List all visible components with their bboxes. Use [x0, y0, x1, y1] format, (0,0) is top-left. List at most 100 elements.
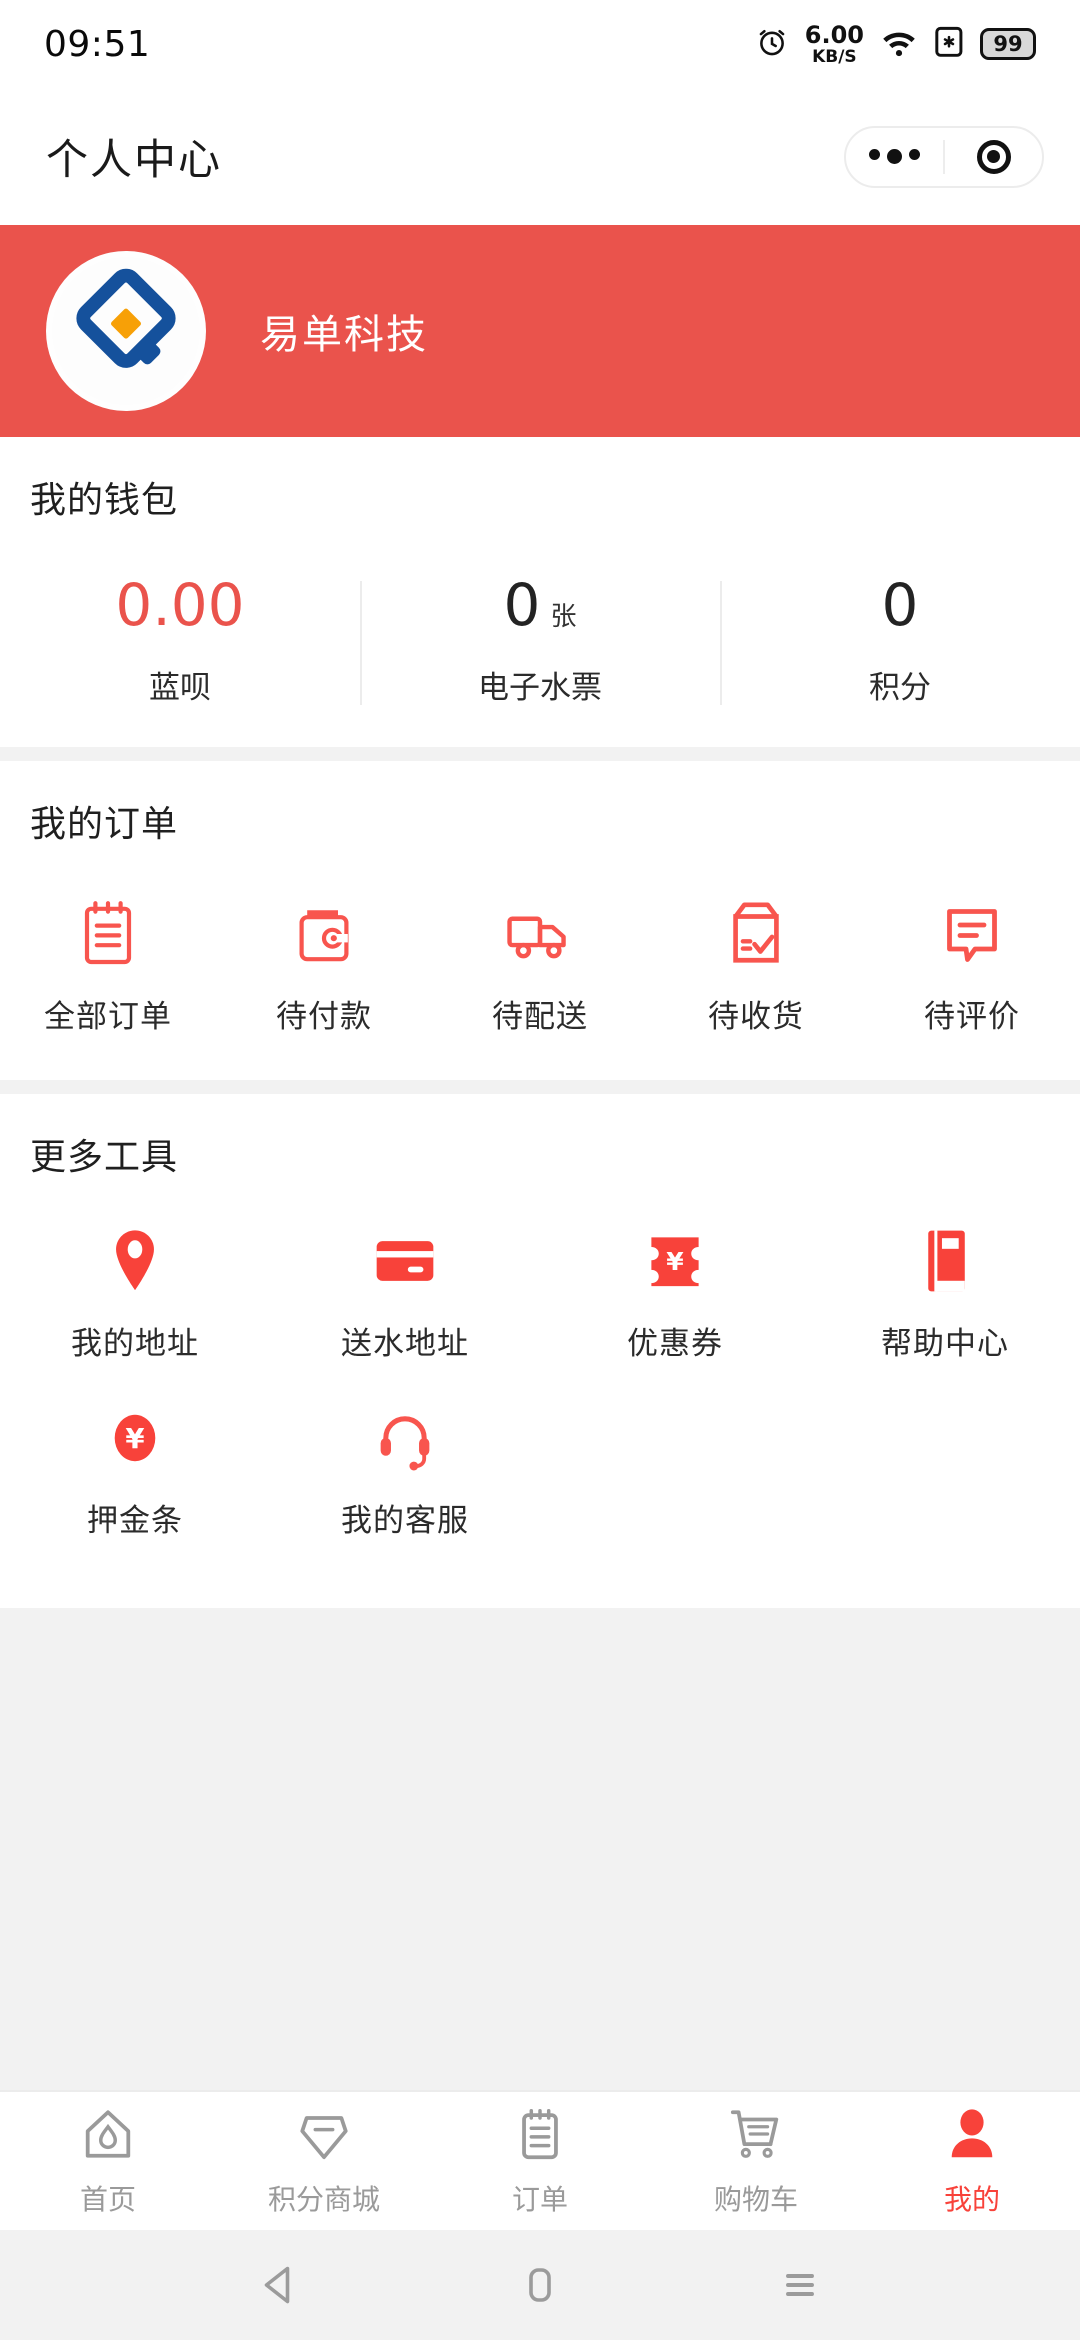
- tool-item-label: 我的地址: [71, 1325, 199, 1361]
- order-item-delivery[interactable]: 待配送: [432, 893, 648, 1036]
- order-item-unpaid[interactable]: 待付款: [216, 893, 432, 1036]
- tab-label: 我的: [943, 2183, 1000, 2215]
- section-gap: [0, 1079, 1080, 1094]
- capsule-close-button[interactable]: [945, 139, 1042, 174]
- wallet-icon: [291, 893, 357, 969]
- svg-text:¥: ¥: [125, 1423, 144, 1455]
- user-profile-icon: [942, 2105, 1002, 2168]
- network-speed: 6.00 KB/S: [805, 23, 864, 66]
- points-mall-icon: [294, 2105, 354, 2168]
- wallet-value-text: 0: [503, 571, 541, 639]
- tool-item-delivery-address[interactable]: 送水地址: [270, 1220, 540, 1363]
- shopping-cart-icon: [725, 2105, 787, 2168]
- company-logo-icon: [63, 266, 189, 397]
- order-item-all[interactable]: 全部订单: [0, 893, 216, 1036]
- wallet-stats: 0.00 蓝呗 0 张 电子水票 0 积分: [0, 575, 1080, 707]
- yen-circle-icon: ¥: [106, 1397, 164, 1473]
- nav-bar: 个人中心: [0, 88, 1080, 225]
- wallet-label: 积分: [869, 669, 931, 705]
- home-rect-icon[interactable]: [516, 2261, 564, 2309]
- tab-home[interactable]: 首页: [0, 2092, 216, 2230]
- coupon-yen-icon: ¥: [644, 1220, 706, 1296]
- tool-item-deposit[interactable]: ¥ 押金条: [0, 1397, 270, 1540]
- order-list-icon: [510, 2105, 570, 2168]
- order-item-label: 待评价: [924, 998, 1020, 1034]
- orders-title: 我的订单: [30, 802, 179, 844]
- recents-menu-icon[interactable]: [776, 2261, 824, 2309]
- clipboard-list-icon: [75, 893, 141, 969]
- avatar[interactable]: [46, 251, 206, 411]
- tab-profile[interactable]: 我的: [864, 2092, 1080, 2230]
- map-pin-icon: [107, 1220, 163, 1296]
- book-icon: [919, 1220, 971, 1296]
- tool-item-my-address[interactable]: 我的地址: [0, 1220, 270, 1363]
- page-filler: [0, 1607, 1080, 2090]
- tool-item-label: 押金条: [87, 1502, 183, 1538]
- battery-level: 99: [993, 32, 1023, 56]
- wallet-card: 我的钱包 0.00 蓝呗 0 张 电子水票 0 积分: [0, 437, 1080, 747]
- order-item-label: 待收货: [708, 998, 804, 1034]
- tab-cart[interactable]: 购物车: [648, 2092, 864, 2230]
- package-check-icon: [723, 893, 789, 969]
- status-bar: 09:51 6.00 KB/S 99: [0, 0, 1080, 88]
- android-nav-bar: [0, 2230, 1080, 2340]
- wallet-value: 0.00: [115, 575, 244, 636]
- capsule-menu-button[interactable]: [846, 149, 943, 164]
- alarm-icon: [755, 25, 789, 64]
- tab-points-mall[interactable]: 积分商城: [216, 2092, 432, 2230]
- order-item-receipt[interactable]: 待收货: [648, 893, 864, 1036]
- tool-item-coupon[interactable]: ¥ 优惠券: [540, 1220, 810, 1363]
- network-speed-value: 6.00: [804, 20, 864, 49]
- delivery-truck-icon: [504, 893, 576, 969]
- wallet-label: 蓝呗: [149, 669, 211, 705]
- wallet-item-points[interactable]: 0 积分: [720, 575, 1080, 707]
- comment-bubble-icon: [939, 893, 1005, 969]
- wallet-title: 我的钱包: [30, 479, 179, 520]
- tool-item-help-center[interactable]: 帮助中心: [810, 1220, 1080, 1363]
- orders-card: 我的订单 全部订单 待付款 待配送 待收货 待评价: [0, 760, 1080, 1080]
- bottom-tab-bar: 首页 积分商城 订单 购物车 我的: [0, 2090, 1080, 2230]
- tool-item-customer-service[interactable]: 我的客服: [270, 1397, 540, 1540]
- tab-orders[interactable]: 订单: [432, 2092, 648, 2230]
- more-dots-icon: [869, 149, 920, 164]
- section-gap: [0, 746, 1080, 761]
- order-item-review[interactable]: 待评价: [864, 893, 1080, 1036]
- wallet-item-lanbei[interactable]: 0.00 蓝呗: [0, 575, 360, 707]
- target-circle-icon: [976, 139, 1011, 174]
- battery-icon: 99: [980, 28, 1036, 60]
- wallet-label: 电子水票: [478, 669, 602, 705]
- tools-grid: 我的地址 送水地址 ¥ 优惠券 帮助中心 ¥ 押金条 我的客服: [0, 1180, 1080, 1608]
- wallet-item-water-ticket[interactable]: 0 张 电子水票: [360, 575, 720, 707]
- profile-header[interactable]: 易单科技: [0, 225, 1080, 437]
- back-triangle-icon[interactable]: [256, 2261, 304, 2309]
- order-item-label: 全部订单: [44, 998, 172, 1034]
- sim-card-icon: [934, 25, 964, 64]
- tab-label: 订单: [511, 2183, 568, 2215]
- profile-name: 易单科技: [260, 313, 428, 357]
- orders-grid: 全部订单 待付款 待配送 待收货 待评价: [0, 847, 1080, 1080]
- home-water-icon: [78, 2105, 138, 2168]
- tools-title: 更多工具: [30, 1135, 179, 1177]
- tools-card: 更多工具 我的地址 送水地址 ¥ 优惠券 帮助中心 ¥ 押金条 我的客服: [0, 1093, 1080, 1608]
- tool-item-label: 帮助中心: [881, 1325, 1009, 1361]
- svg-text:¥: ¥: [666, 1247, 684, 1276]
- tool-item-label: 送水地址: [341, 1325, 469, 1361]
- wallet-value: 0: [882, 575, 919, 636]
- wallet-value: 0 张: [504, 575, 577, 636]
- tab-label: 积分商城: [267, 2183, 380, 2215]
- wifi-icon: [880, 25, 918, 64]
- headset-icon: [374, 1397, 436, 1473]
- tab-label: 首页: [79, 2183, 136, 2215]
- wallet-value-text: 0.00: [115, 571, 245, 639]
- order-item-label: 待配送: [492, 998, 588, 1034]
- miniprogram-capsule[interactable]: [844, 125, 1044, 188]
- page-title: 个人中心: [46, 136, 223, 183]
- wallet-value-unit: 张: [550, 602, 577, 632]
- status-icons: 6.00 KB/S 99: [755, 23, 1036, 66]
- tool-item-label: 优惠券: [627, 1325, 723, 1361]
- network-speed-unit: KB/S: [812, 46, 857, 67]
- tab-label: 购物车: [713, 2183, 798, 2215]
- order-item-label: 待付款: [276, 998, 372, 1034]
- phone-screen: 09:51 6.00 KB/S 99 个人中心 易单科技 我的钱包 0.00 蓝…: [0, 0, 1080, 2340]
- wallet-value-text: 0: [881, 571, 919, 639]
